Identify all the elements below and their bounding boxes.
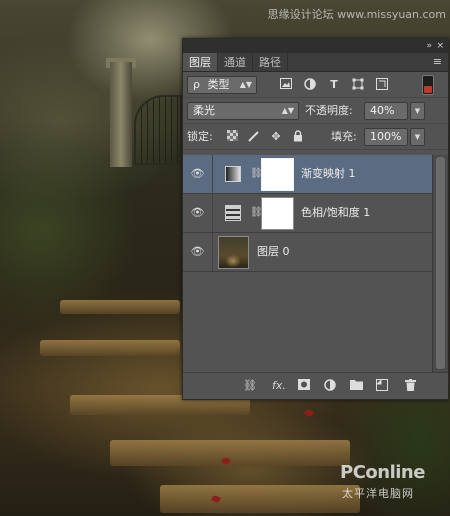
lock-position-icon[interactable]: ✥ (269, 130, 283, 144)
layer-row-gradient-map[interactable]: 👁 ⛓ 渐变映射 1 (183, 155, 433, 194)
pconline-brand: PConline (340, 462, 425, 483)
lock-all-icon[interactable] (291, 130, 305, 144)
search-icon: ρ (193, 78, 200, 91)
new-layer-icon[interactable] (375, 379, 389, 393)
chevron-updown-icon: ▲▼ (239, 80, 252, 89)
layer-row-image[interactable]: 👁 图层 0 (183, 233, 433, 272)
fill-input[interactable]: 100% (364, 128, 408, 146)
stone-step (110, 440, 350, 466)
gradient-map-icon (225, 166, 241, 182)
delete-layer-icon[interactable] (403, 379, 417, 393)
new-group-icon[interactable] (349, 379, 363, 393)
layers-bottom-toolbar: ⛓ fx. (183, 372, 448, 399)
blend-row: 柔光 ▲▼ 不透明度: 40% ▼ (183, 98, 448, 124)
panel-tabs: 图层 通道 路径 ≡ (183, 53, 448, 72)
opacity-slider-dropdown[interactable]: ▼ (410, 102, 425, 120)
panel-titlebar[interactable]: » × (183, 39, 448, 53)
lock-pixels-icon[interactable] (247, 130, 261, 144)
lock-row: 锁定: ✥ 填充: 100% ▼ (183, 124, 448, 150)
type-filter-icon[interactable]: T (327, 78, 341, 92)
layer-image-thumbnail[interactable] (218, 236, 249, 269)
visibility-eye-icon[interactable]: 👁 (183, 233, 213, 271)
shape-filter-icon[interactable] (351, 78, 365, 92)
tab-channels[interactable]: 通道 (218, 53, 253, 71)
visibility-eye-icon[interactable]: 👁 (183, 155, 213, 193)
opacity-label: 不透明度: (305, 104, 353, 117)
scrollbar-thumb[interactable] (436, 157, 445, 369)
hue-saturation-icon (225, 205, 241, 221)
add-mask-icon[interactable] (297, 379, 311, 393)
filter-row: ρ 类型 ▲▼ T (183, 72, 448, 98)
kind-filter-label: 类型 (207, 78, 230, 91)
layer-name[interactable]: 图层 0 (257, 244, 290, 260)
layer-name[interactable]: 色相/饱和度 1 (301, 205, 370, 221)
pconline-logo: PConline 太平洋电脑网 (340, 460, 446, 510)
blend-mode-select[interactable]: 柔光 ▲▼ (187, 102, 299, 120)
fill-slider-dropdown[interactable]: ▼ (410, 128, 425, 146)
image-filter-icon[interactable] (279, 78, 293, 92)
layers-list: 👁 ⛓ 渐变映射 1 👁 ⛓ 色相/饱和度 1 👁 图层 0 (183, 155, 433, 373)
layer-mask-thumbnail[interactable] (261, 197, 294, 230)
layer-name[interactable]: 渐变映射 1 (301, 166, 356, 182)
new-adjustment-icon[interactable] (323, 379, 337, 393)
chevron-updown-icon: ▲▼ (281, 106, 294, 115)
layers-scrollbar[interactable] (432, 155, 448, 373)
opacity-input[interactable]: 40% (364, 102, 408, 120)
visibility-eye-icon[interactable]: 👁 (183, 194, 213, 232)
fx-icon[interactable]: fx. (269, 379, 289, 393)
stone-step (160, 485, 360, 513)
blend-mode-value: 柔光 (193, 104, 215, 117)
lock-transparency-icon[interactable] (225, 130, 239, 144)
kind-filter-select[interactable]: ρ 类型 ▲▼ (187, 76, 257, 94)
stone-pillar (110, 62, 132, 167)
iron-gate (134, 95, 182, 165)
filter-toggle[interactable] (422, 75, 434, 95)
adjustment-filter-icon[interactable] (303, 78, 317, 92)
panel-menu-icon[interactable]: ≡ (433, 55, 442, 68)
layer-row-hue-saturation[interactable]: 👁 ⛓ 色相/饱和度 1 (183, 194, 433, 233)
pconline-sub: 太平洋电脑网 (342, 487, 414, 500)
site-watermark: 思缘设计论坛 www.missyuan.com (267, 8, 446, 21)
stone-step (60, 300, 180, 314)
close-icon[interactable]: × (436, 40, 444, 52)
lock-label: 锁定: (187, 130, 213, 143)
tab-layers[interactable]: 图层 (183, 53, 218, 71)
layers-panel: » × 图层 通道 路径 ≡ ρ 类型 ▲▼ T 柔光 ▲▼ 不透明度: 40%… (182, 38, 449, 400)
layer-mask-thumbnail[interactable] (261, 158, 294, 191)
link-layers-icon[interactable]: ⛓ (243, 379, 257, 393)
tab-paths[interactable]: 路径 (253, 53, 288, 71)
collapse-icon[interactable]: » (426, 40, 432, 52)
smart-object-filter-icon[interactable] (375, 78, 389, 92)
fill-label: 填充: (331, 130, 357, 143)
stone-step (40, 340, 180, 356)
